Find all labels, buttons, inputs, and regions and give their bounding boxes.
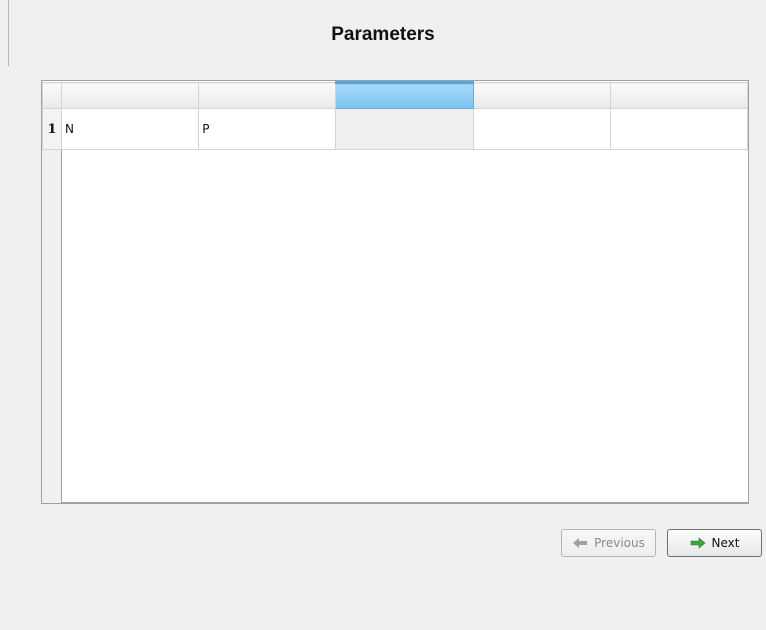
column-header-row: [41, 81, 749, 109]
next-button-label: Next: [711, 536, 740, 550]
corner-header-cell[interactable]: [41, 82, 63, 109]
table-cell[interactable]: [609, 108, 749, 150]
parameters-table: 1 N P: [41, 81, 749, 150]
page-title: Parameters: [331, 24, 435, 45]
previous-button-label: Previous: [594, 536, 645, 550]
arrow-left-icon: [572, 537, 588, 549]
table-cell[interactable]: P: [198, 108, 337, 150]
column-header-3-selected[interactable]: [335, 81, 474, 109]
table-cell[interactable]: N: [61, 108, 200, 150]
grid-bottom-border: [61, 502, 748, 503]
table-cell[interactable]: [335, 108, 474, 150]
previous-button[interactable]: Previous: [561, 529, 656, 557]
table-row[interactable]: 1 N P: [41, 108, 749, 150]
parameters-grid[interactable]: 1 N P: [41, 80, 749, 504]
column-header-1[interactable]: [61, 82, 200, 109]
column-header-5[interactable]: [609, 82, 749, 109]
next-button[interactable]: Next: [667, 529, 762, 557]
column-header-4[interactable]: [472, 82, 611, 109]
row-number-header[interactable]: 1: [41, 108, 63, 150]
table-cell[interactable]: [472, 108, 611, 150]
row-header-strip: [42, 107, 62, 503]
arrow-right-icon: [690, 537, 706, 549]
column-header-2[interactable]: [198, 82, 337, 109]
